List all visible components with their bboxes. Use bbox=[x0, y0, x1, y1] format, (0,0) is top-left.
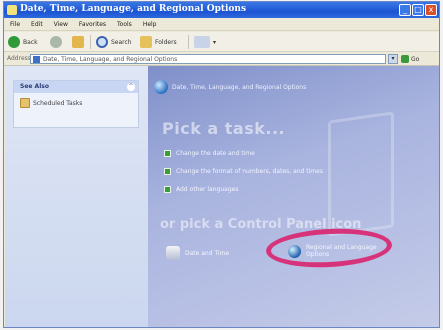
category-title: Date, Time, Language, and Regional Optio… bbox=[172, 83, 307, 91]
pick-a-task-heading: Pick a task... bbox=[162, 119, 286, 138]
scheduled-tasks-label: Scheduled Tasks bbox=[33, 99, 83, 107]
task-label: Change the format of numbers, dates, and… bbox=[176, 168, 323, 175]
category-header: Date, Time, Language, and Regional Optio… bbox=[154, 80, 306, 94]
folder-up-icon bbox=[72, 36, 84, 48]
regional-language-icon-button[interactable]: Regional and Language Options bbox=[288, 244, 377, 258]
search-label: Search bbox=[111, 38, 132, 46]
search-icon bbox=[96, 36, 108, 48]
toolbar-separator bbox=[90, 35, 91, 49]
task-label: Change the date and time bbox=[176, 150, 255, 157]
views-button[interactable]: ▾ bbox=[194, 36, 216, 48]
views-dropdown-icon: ▾ bbox=[213, 38, 217, 46]
window-controls: _ □ x bbox=[399, 4, 437, 16]
toolbar: Back Search Folders ▾ bbox=[4, 32, 439, 52]
see-also-panel: See Also ^ Scheduled Tasks bbox=[13, 80, 139, 128]
folders-label: Folders bbox=[155, 38, 177, 46]
regional-language-globe-icon bbox=[288, 244, 301, 258]
collapse-icon[interactable]: ^ bbox=[127, 83, 135, 91]
pick-control-panel-icon-heading: or pick a Control Panel icon bbox=[160, 217, 362, 232]
menu-bar: File Edit View Favorites Tools Help bbox=[4, 18, 439, 31]
globe-icon bbox=[154, 80, 168, 94]
go-label: Go bbox=[411, 55, 420, 63]
regional-language-label: Regional and Language Options bbox=[306, 244, 377, 258]
task-label: Add other languages bbox=[176, 186, 239, 193]
views-icon bbox=[194, 36, 210, 48]
side-pane: See Also ^ Scheduled Tasks bbox=[5, 66, 148, 327]
menu-view[interactable]: View bbox=[54, 21, 68, 28]
control-panel-icon bbox=[7, 5, 17, 15]
menu-file[interactable]: File bbox=[10, 21, 20, 28]
title-bar[interactable]: Date, Time, Language, and Regional Optio… bbox=[4, 2, 439, 18]
date-and-time-icon-button[interactable]: Date and Time bbox=[166, 246, 229, 260]
explorer-window: Date, Time, Language, and Regional Optio… bbox=[3, 1, 440, 328]
folders-button[interactable]: Folders bbox=[140, 36, 177, 48]
see-also-header[interactable]: See Also ^ bbox=[14, 81, 138, 93]
search-button[interactable]: Search bbox=[96, 36, 132, 48]
menu-favorites[interactable]: Favorites bbox=[79, 21, 106, 28]
control-panel-icon bbox=[33, 56, 40, 63]
menu-edit[interactable]: Edit bbox=[31, 21, 43, 28]
address-value: Date, Time, Language, and Regional Optio… bbox=[43, 56, 178, 63]
close-button[interactable]: x bbox=[425, 4, 437, 16]
back-button[interactable]: Back bbox=[8, 36, 38, 48]
forward-button[interactable] bbox=[50, 36, 62, 48]
green-arrow-icon bbox=[164, 168, 171, 175]
menu-tools[interactable]: Tools bbox=[117, 21, 132, 28]
address-label: Address bbox=[7, 55, 31, 62]
date-and-time-label: Date and Time bbox=[185, 249, 230, 257]
go-button[interactable]: Go bbox=[401, 54, 419, 64]
task-change-format[interactable]: Change the format of numbers, dates, and… bbox=[164, 168, 323, 175]
window-title: Date, Time, Language, and Regional Optio… bbox=[20, 4, 247, 14]
minimize-button[interactable]: _ bbox=[399, 4, 411, 16]
regional-language-label-line1: Regional and Language bbox=[306, 244, 377, 251]
toolbar-separator bbox=[188, 35, 189, 49]
back-arrow-icon bbox=[8, 36, 20, 48]
main-pane: Date, Time, Language, and Regional Optio… bbox=[148, 66, 439, 327]
date-and-time-icon bbox=[166, 246, 180, 260]
see-also-title: See Also bbox=[20, 83, 49, 90]
go-arrow-icon bbox=[401, 55, 409, 63]
scheduled-tasks-link[interactable]: Scheduled Tasks bbox=[20, 98, 82, 108]
menu-help[interactable]: Help bbox=[143, 21, 157, 28]
regional-language-label-line2: Options bbox=[306, 251, 330, 258]
address-bar: Address Date, Time, Language, and Region… bbox=[4, 52, 439, 66]
forward-arrow-icon bbox=[50, 36, 62, 48]
address-field[interactable]: Date, Time, Language, and Regional Optio… bbox=[30, 54, 386, 64]
up-button[interactable] bbox=[72, 36, 84, 48]
address-dropdown-button[interactable]: ▾ bbox=[388, 54, 398, 64]
maximize-button[interactable]: □ bbox=[412, 4, 424, 16]
scheduled-tasks-icon bbox=[20, 98, 30, 108]
green-arrow-icon bbox=[164, 186, 171, 193]
back-label: Back bbox=[23, 38, 38, 46]
task-change-date-time[interactable]: Change the date and time bbox=[164, 150, 255, 157]
green-arrow-icon bbox=[164, 150, 171, 157]
task-add-languages[interactable]: Add other languages bbox=[164, 186, 238, 193]
folders-icon bbox=[140, 36, 152, 48]
